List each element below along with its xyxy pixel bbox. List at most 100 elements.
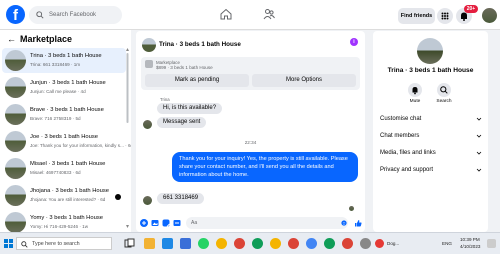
conversation-item[interactable]: Jhojana · 3 beds 1 bath House Jhojana: Yo… <box>2 183 126 208</box>
windows-start-icon[interactable] <box>4 239 13 248</box>
mute-button[interactable] <box>408 83 422 97</box>
sender-avatar <box>143 120 152 129</box>
file-explorer-icon[interactable] <box>144 238 155 249</box>
menu-grid-button[interactable] <box>437 8 453 24</box>
chrome-icon[interactable] <box>324 238 335 249</box>
chat-window: Trina · 3 beds 1 bath House i Marketplac… <box>136 31 365 232</box>
facebook-logo-icon[interactable]: f <box>6 5 25 24</box>
task-view-icon[interactable] <box>124 238 135 249</box>
info-icon[interactable]: i <box>350 38 358 46</box>
sender-name: Trina <box>160 97 170 102</box>
notification-center-icon[interactable] <box>487 239 496 248</box>
mark-as-pending-button[interactable]: Mark as pending <box>145 74 249 87</box>
conversation-preview: Joe: Thank you for your information, kin… <box>30 143 131 148</box>
panel-chat-name: Trina · 3 beds 1 bath House <box>387 67 474 74</box>
chat-details-panel: Trina · 3 beds 1 bath House Mute Search … <box>373 31 488 232</box>
listing-price: $899 · 3 beds 1 bath House <box>156 65 213 70</box>
conversation-item[interactable]: Joe · 3 beds 1 bath House Joe: Thank you … <box>2 129 131 154</box>
app-icon[interactable] <box>360 238 371 249</box>
plus-icon[interactable] <box>140 219 148 227</box>
conversation-preview: Yomy: Hi 716-429-5246 · 1w <box>30 224 89 229</box>
search-in-conversation-button[interactable] <box>437 83 451 97</box>
chrome-icon[interactable] <box>288 238 299 249</box>
message-bubble-incoming: 661 3318469 <box>157 193 205 204</box>
details-section-row[interactable]: Customise chat <box>380 116 482 122</box>
top-navigation-bar: f Search Facebook Find friends 20+ <box>0 0 500 30</box>
whatsapp-icon[interactable] <box>198 238 209 249</box>
listing-card: Marketplace $899 · 3 beds 1 bath House M… <box>141 57 360 90</box>
bell-icon <box>412 87 418 95</box>
chrome-icon[interactable] <box>216 238 227 249</box>
mute-label: Mute <box>409 99 421 104</box>
conversation-item[interactable]: Yomy · 3 beds 1 bath House Yomy: Hi 716-4… <box>2 210 126 232</box>
conversation-title: Trina · 3 beds 1 bath House <box>30 53 102 59</box>
chrome-icon[interactable] <box>234 238 245 249</box>
conversation-item[interactable]: Brave · 3 beds 1 bath House Brave: 716 27… <box>2 102 126 127</box>
edge-icon[interactable] <box>180 238 191 249</box>
conversation-title: Jhojana · 3 beds 1 bath House <box>30 188 109 194</box>
conversation-preview: Misael: 4697740833 · 6d <box>30 170 81 175</box>
chrome-icon[interactable] <box>270 238 281 249</box>
details-section-label: Chat members <box>380 133 420 139</box>
find-friends-button[interactable]: Find friends <box>398 8 435 24</box>
chevron-down-icon <box>476 168 482 172</box>
message-timestamp: 22:34 <box>244 140 257 145</box>
message-composer: Aa <box>136 215 365 232</box>
search-icon <box>21 241 28 248</box>
home-icon[interactable] <box>220 8 232 20</box>
sidebar-scrollbar[interactable] <box>126 48 129 228</box>
conversation-preview: Brave: 716 2758319 · 5d <box>30 116 81 121</box>
details-section-row[interactable]: Chat members <box>380 133 482 139</box>
back-arrow-icon[interactable]: ← <box>7 34 16 44</box>
conversation-item[interactable]: Trina · 3 beds 1 bath House Trina: 661 33… <box>2 48 126 73</box>
language-indicator[interactable]: ENG <box>442 241 452 246</box>
emoji-icon[interactable] <box>341 220 347 226</box>
listing-thumbnail <box>5 77 26 98</box>
conversation-title: Joe · 3 beds 1 bath House <box>30 134 98 140</box>
sticker-icon[interactable] <box>162 219 170 227</box>
vscode-icon[interactable] <box>162 238 173 249</box>
notification-count-badge: 20+ <box>464 5 478 13</box>
marketplace-chat-list: ← Marketplace Trina · 3 beds 1 bath House… <box>0 30 131 232</box>
listing-thumbnail <box>5 50 26 71</box>
listing-thumbnail <box>5 212 26 232</box>
friends-icon[interactable] <box>263 8 275 20</box>
taskbar-active-window[interactable]: Dog... <box>387 241 399 246</box>
listing-profile-photo <box>417 38 443 64</box>
clock-date[interactable]: 4/10/2023 <box>460 244 480 249</box>
unread-indicator <box>115 194 121 200</box>
chrome-icon[interactable] <box>306 238 317 249</box>
gif-icon[interactable] <box>173 219 181 227</box>
details-section-row[interactable]: Privacy and support <box>380 167 482 173</box>
listing-thumbnail <box>5 185 26 206</box>
conversation-title: Junjun · 3 beds 1 bath House <box>30 80 106 86</box>
chrome-icon[interactable] <box>252 238 263 249</box>
more-options-button[interactable]: More Options <box>252 74 356 87</box>
chevron-down-icon <box>476 134 482 138</box>
search-placeholder: Search Facebook <box>49 12 97 18</box>
chat-title: Trina · 3 beds 1 bath House <box>159 41 241 48</box>
taskbar-search-input[interactable]: Type here to search <box>16 237 112 250</box>
image-icon[interactable] <box>151 219 159 227</box>
conversation-item[interactable]: Misael · 3 beds 1 bath House Misael: 4697… <box>2 156 126 181</box>
marketplace-icon <box>145 60 153 68</box>
listing-thumbnail <box>5 104 26 125</box>
details-section-label: Media, files and links <box>380 150 436 156</box>
listing-thumbnail <box>142 38 156 52</box>
app-icon[interactable] <box>375 239 384 248</box>
taskbar-search-placeholder: Type here to search <box>32 241 80 247</box>
listing-thumbnail <box>5 158 26 179</box>
message-input[interactable]: Aa <box>186 217 348 229</box>
chrome-icon[interactable] <box>342 238 353 249</box>
clock-time[interactable]: 10:39 PM <box>460 237 480 242</box>
thumbs-up-icon[interactable] <box>354 219 362 227</box>
conversation-preview: Jhojana: You are still interested? · 6d <box>30 197 106 202</box>
search-facebook-input[interactable]: Search Facebook <box>29 6 122 24</box>
message-bubble-incoming: Message sent <box>157 117 207 128</box>
details-section-row[interactable]: Media, files and links <box>380 150 482 156</box>
marketplace-header: ← Marketplace <box>7 34 72 44</box>
seen-avatar <box>349 206 354 211</box>
conversation-item[interactable]: Junjun · 3 beds 1 bath House Junjun: Call… <box>2 75 126 100</box>
details-section-label: Privacy and support <box>380 167 434 173</box>
profile-avatar[interactable] <box>482 8 497 23</box>
